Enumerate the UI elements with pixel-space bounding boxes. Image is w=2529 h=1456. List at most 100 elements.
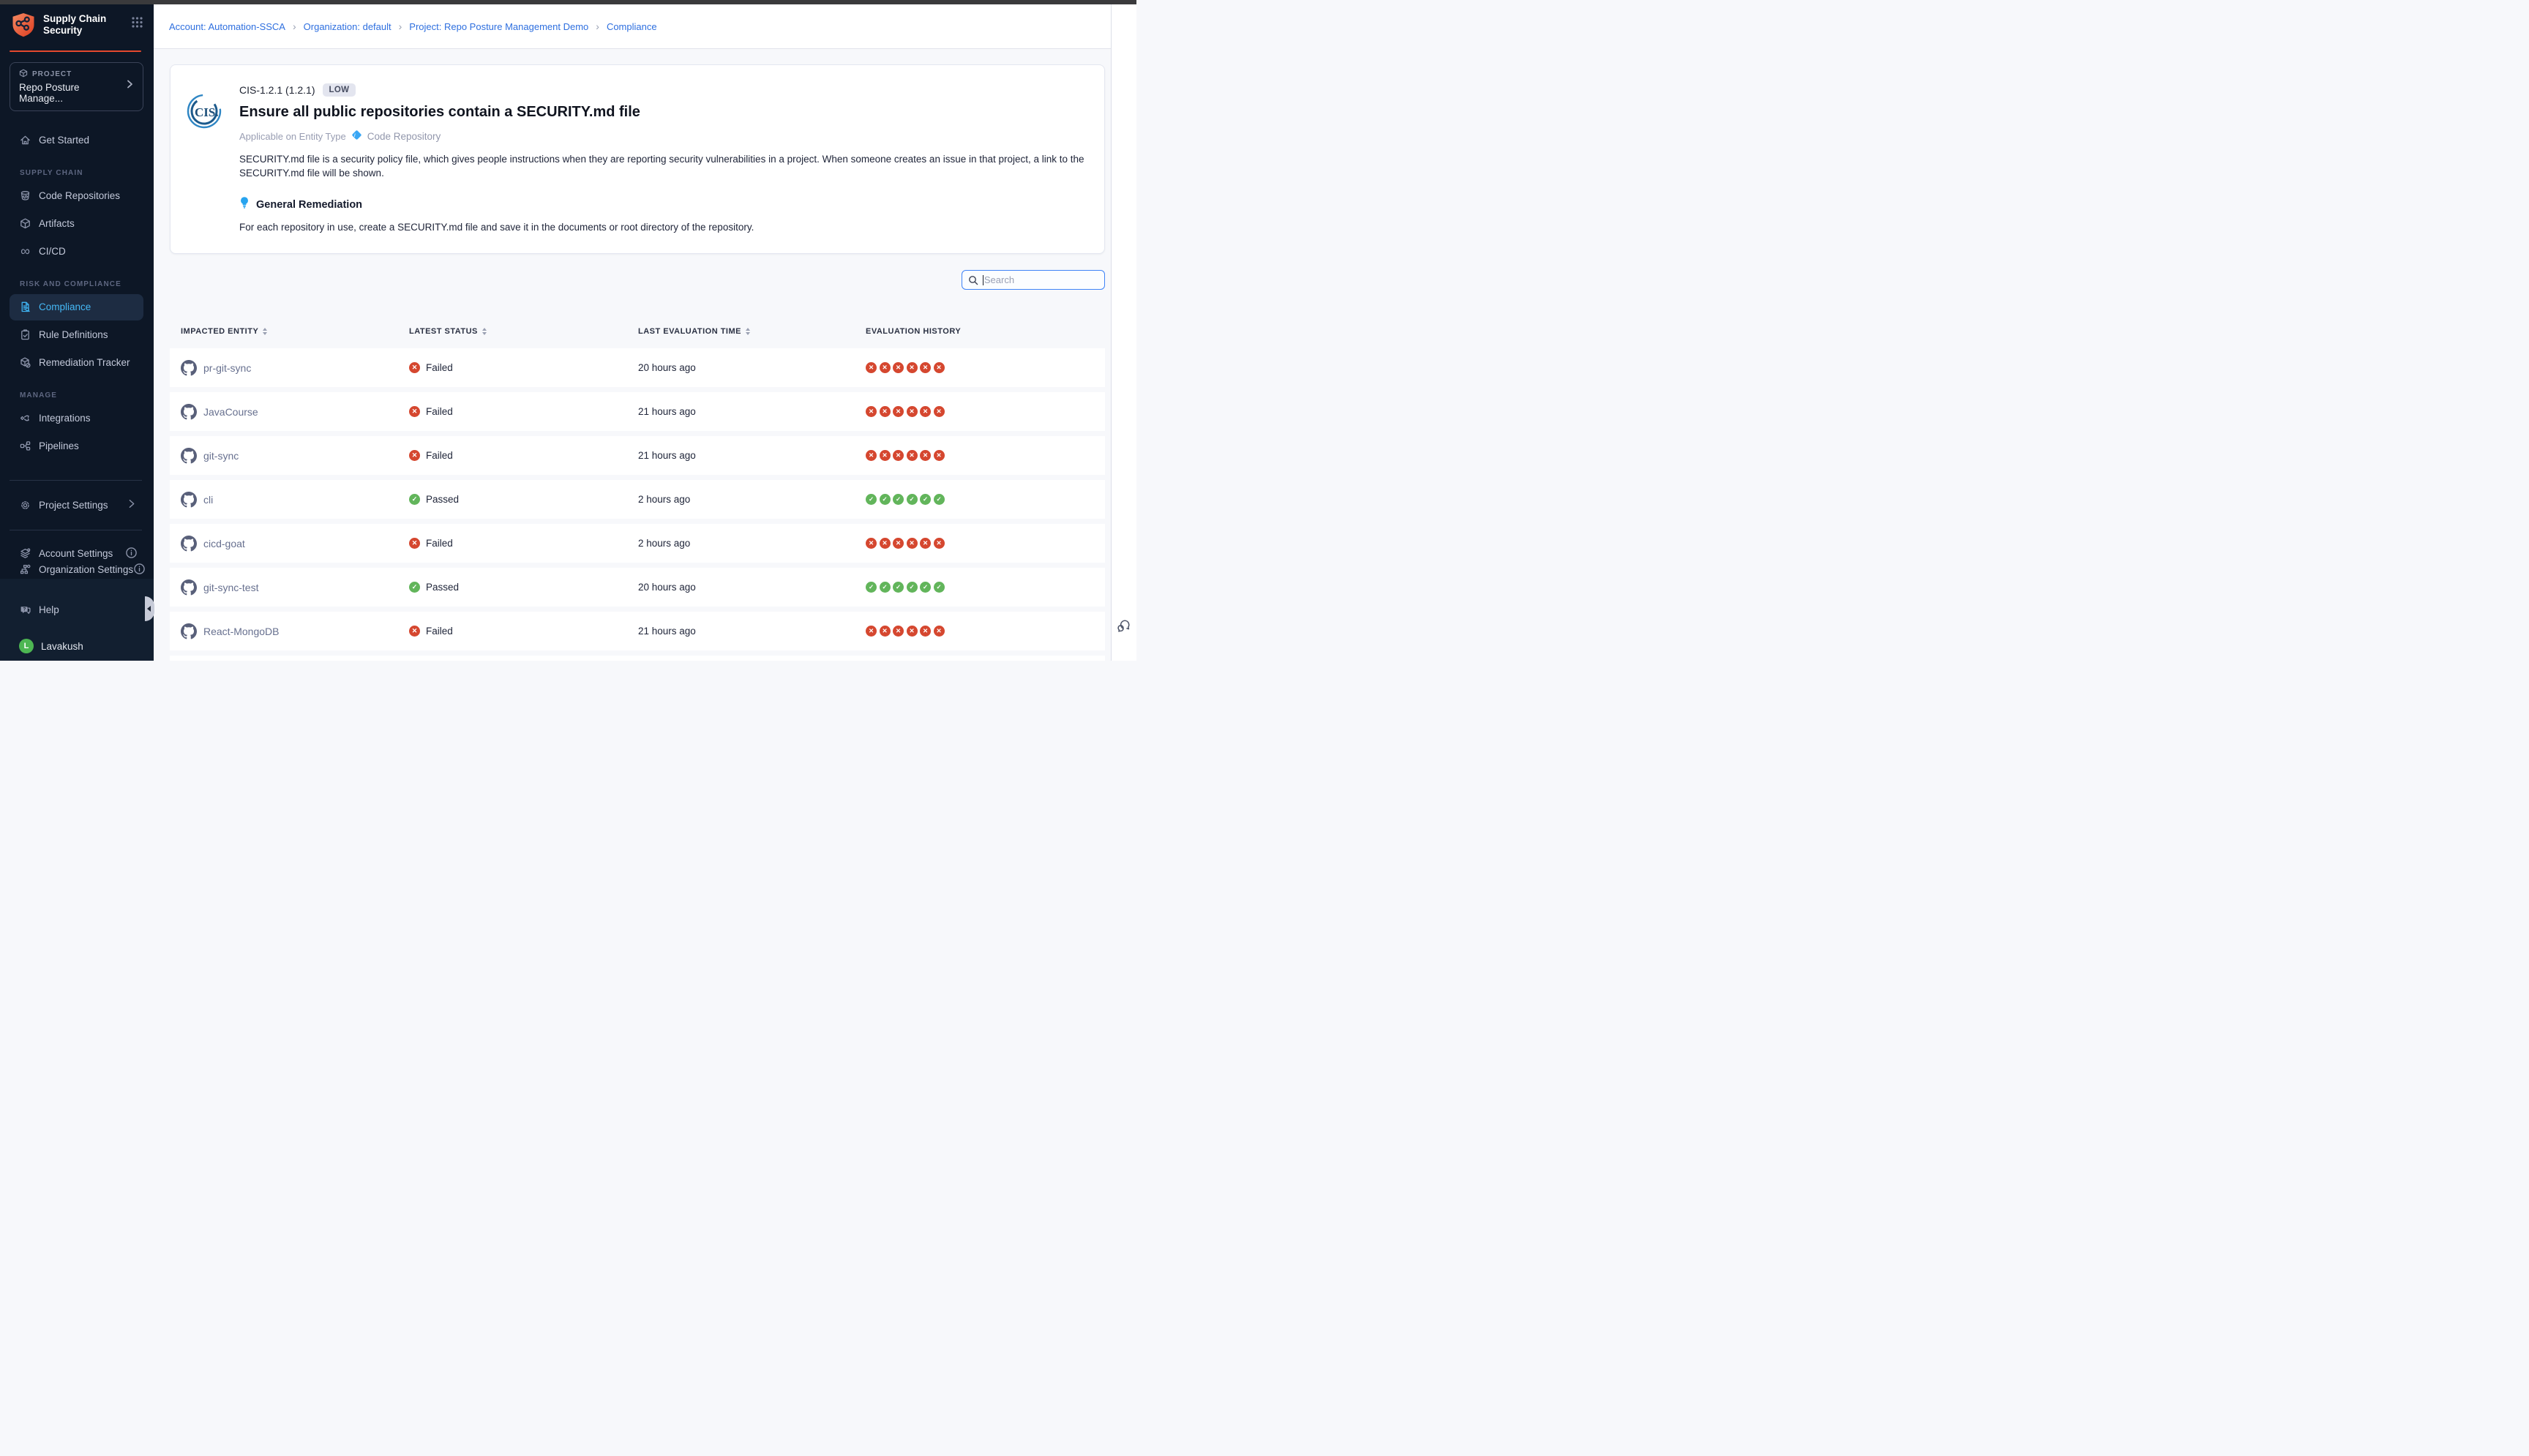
rule-card: CIS. CIS-1.2.1 (1.2.1) LOW Ensure all pu…	[170, 64, 1105, 254]
info-icon[interactable]	[133, 563, 146, 577]
brand-underline	[10, 50, 141, 52]
table-row[interactable]: pr-git-sync ✕ Failed 20 hours ago ✕✕✕✕✕✕	[170, 348, 1105, 387]
evaluation-history: ✕✕✕✕✕✕	[866, 348, 947, 387]
collapse-arrow-icon	[147, 606, 151, 612]
gear-icon	[19, 499, 31, 511]
sidebar-item-account-settings[interactable]: Account Settings	[10, 547, 143, 561]
sort-icon[interactable]	[263, 328, 267, 335]
chat-support-icon[interactable]	[1116, 618, 1133, 639]
history-pass-icon: ✓	[907, 494, 918, 505]
entity-name[interactable]: React-MongoDB	[203, 626, 280, 637]
history-fail-icon: ✕	[920, 406, 931, 417]
table-row[interactable]: cicd-goat ✕ Failed 2 hours ago ✕✕✕✕✕✕	[170, 524, 1105, 563]
table-body: pr-git-sync ✕ Failed 20 hours ago ✕✕✕✕✕✕…	[170, 348, 1105, 661]
status-label: Failed	[426, 450, 453, 461]
sort-icon[interactable]	[746, 328, 750, 335]
history-fail-icon: ✕	[880, 406, 891, 417]
history-fail-icon: ✕	[866, 362, 877, 373]
project-selector[interactable]: PROJECT Repo Posture Manage...	[10, 62, 143, 111]
sort-icon[interactable]	[482, 328, 487, 335]
infinity-icon	[19, 245, 31, 258]
svg-text:?: ?	[23, 607, 26, 612]
breadcrumb-project[interactable]: Project: Repo Posture Management Demo	[409, 21, 588, 32]
info-icon[interactable]	[125, 547, 138, 561]
sidebar-item-compliance[interactable]: Compliance	[10, 294, 143, 320]
status-icon: ✕	[409, 450, 420, 461]
entity-type: Code Repository	[367, 131, 441, 142]
sidebar-item-get-started[interactable]: Get Started	[10, 127, 143, 154]
status-label: Failed	[426, 538, 453, 549]
history-fail-icon: ✕	[907, 538, 918, 549]
search-box[interactable]	[962, 270, 1105, 290]
evaluation-history: ✕✕✕✕✕✕	[866, 392, 947, 431]
sidebar-item-remediation-tracker[interactable]: Remediation Tracker	[10, 350, 143, 376]
status-label: Passed	[426, 582, 459, 593]
evaluation-time: 21 hours ago	[638, 626, 696, 637]
column-header-evaluation-history: EVALUATION HISTORY	[866, 323, 961, 339]
sidebar-item-code-repositories[interactable]: Code Repositories	[10, 183, 143, 209]
table-row[interactable]: git-sync-test ✓ Passed 20 hours ago ✓✓✓✓…	[170, 568, 1105, 607]
history-fail-icon: ✕	[893, 538, 904, 549]
sidebar-item-integrations[interactable]: Integrations	[10, 405, 143, 432]
breadcrumb-compliance[interactable]: Compliance	[607, 21, 657, 32]
history-pass-icon: ✓	[893, 494, 904, 505]
history-fail-icon: ✕	[907, 362, 918, 373]
sidebar-divider	[10, 480, 142, 481]
sidebar-item-help[interactable]: ? Help	[10, 596, 143, 623]
user-menu[interactable]: L Lavakush	[10, 633, 143, 659]
breadcrumb-organization[interactable]: Organization: default	[304, 21, 391, 32]
rule-description: SECURITY.md file is a security policy fi…	[239, 152, 1087, 180]
right-rail	[1111, 4, 1136, 661]
status-label: Failed	[426, 626, 453, 637]
history-fail-icon: ✕	[920, 538, 931, 549]
sidebar-item-project-settings[interactable]: Project Settings	[10, 498, 143, 512]
history-fail-icon: ✕	[893, 362, 904, 373]
integrations-icon	[19, 412, 31, 424]
entity-name[interactable]: git-sync-test	[203, 582, 258, 593]
table-row[interactable]: git-sync ✕ Failed 21 hours ago ✕✕✕✕✕✕	[170, 436, 1105, 475]
brand: Supply ChainSecurity	[0, 4, 154, 45]
entity-name[interactable]: git-sync	[203, 450, 239, 462]
history-fail-icon: ✕	[934, 362, 945, 373]
evaluation-history: ✓✓✓✓✓✓	[866, 568, 947, 607]
window-top-strip	[0, 0, 1136, 4]
evaluation-history: ✕✕✕✕✕✕	[866, 436, 947, 475]
table-row[interactable]: JavaCourse ✕ Failed 21 hours ago ✕✕✕✕✕✕	[170, 392, 1105, 431]
table-row[interactable]: ✓ ✓✓✓✓✓✓	[170, 656, 1105, 661]
history-pass-icon: ✓	[893, 582, 904, 593]
table-row[interactable]: cli ✓ Passed 2 hours ago ✓✓✓✓✓✓	[170, 480, 1105, 519]
breadcrumb-separator-icon	[293, 20, 296, 32]
sidebar-item-cicd[interactable]: CI/CD	[10, 239, 143, 265]
entity-name[interactable]: pr-git-sync	[203, 362, 251, 374]
history-fail-icon: ✕	[866, 538, 877, 549]
app-grid-icon[interactable]	[131, 16, 143, 32]
evaluation-time: 20 hours ago	[638, 362, 696, 373]
avatar: L	[19, 639, 34, 653]
column-header-latest-status[interactable]: LATEST STATUS	[409, 323, 487, 339]
status-icon: ✕	[409, 626, 420, 637]
project-label: PROJECT	[32, 70, 72, 78]
section-title-supply-chain: SUPPLY CHAIN	[20, 169, 143, 177]
table-row[interactable]: React-MongoDB ✕ Failed 21 hours ago ✕✕✕✕…	[170, 612, 1105, 650]
history-fail-icon: ✕	[907, 450, 918, 461]
breadcrumb-separator-icon	[399, 20, 402, 32]
breadcrumb-account[interactable]: Account: Automation-SSCA	[169, 21, 285, 32]
sidebar-item-rule-definitions[interactable]: Rule Definitions	[10, 322, 143, 348]
user-name: Lavakush	[41, 641, 83, 652]
remediation-text: For each repository in use, create a SEC…	[239, 222, 1087, 233]
entity-name[interactable]: cli	[203, 494, 213, 506]
sidebar-item-artifacts[interactable]: Artifacts	[10, 211, 143, 237]
search-input[interactable]	[984, 274, 1098, 285]
org-chart-gear-icon	[19, 563, 31, 576]
rule-definitions-icon	[19, 329, 31, 341]
sidebar-item-pipelines[interactable]: Pipelines	[10, 433, 143, 459]
history-pass-icon: ✓	[934, 494, 945, 505]
column-header-last-evaluation-time[interactable]: LAST EVALUATION TIME	[638, 323, 750, 339]
brand-title: Supply ChainSecurity	[43, 13, 106, 37]
status-label: Passed	[426, 494, 459, 505]
entity-name[interactable]: cicd-goat	[203, 538, 245, 549]
code-repositories-icon	[19, 189, 31, 202]
sidebar-item-organization-settings[interactable]: Organization Settings	[10, 563, 143, 577]
entity-name[interactable]: JavaCourse	[203, 406, 258, 418]
column-header-impacted-entity[interactable]: IMPACTED ENTITY	[181, 323, 267, 339]
